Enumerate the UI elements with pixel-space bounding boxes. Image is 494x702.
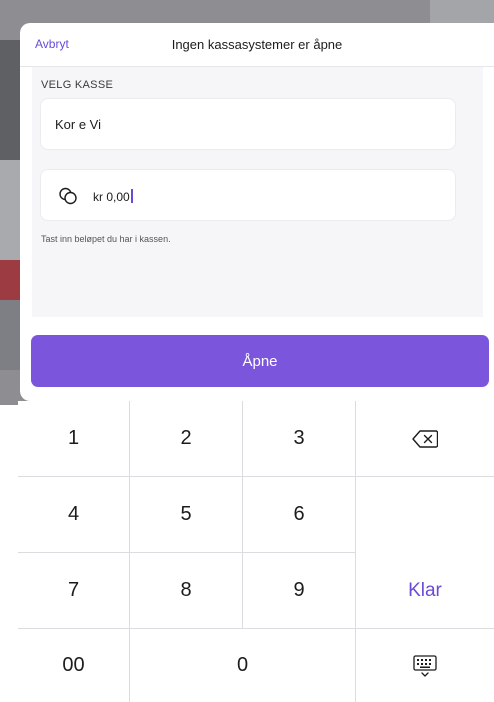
key-5[interactable]: 5	[130, 477, 243, 553]
open-register-sheet: Avbryt Ingen kassasystemer er åpne VELG …	[20, 23, 494, 401]
register-value: Kor e Vi	[55, 117, 102, 132]
key-4[interactable]: 4	[18, 477, 130, 553]
key-8[interactable]: 8	[130, 553, 243, 629]
sheet-title: Ingen kassasystemer er åpne	[171, 37, 343, 52]
key-7[interactable]: 7	[18, 553, 130, 629]
backspace-key[interactable]	[356, 401, 494, 477]
key-0[interactable]: 0	[130, 629, 356, 702]
key-00[interactable]: 00	[18, 629, 130, 702]
key-9[interactable]: 9	[243, 553, 356, 629]
amount-hint: Tast inn beløpet du har i kassen.	[41, 234, 171, 244]
amount-field[interactable]: kr 0,00	[40, 169, 456, 221]
key-6[interactable]: 6	[243, 477, 356, 553]
sheet-header: Avbryt Ingen kassasystemer er åpne	[20, 23, 494, 67]
section-label: VELG KASSE	[41, 79, 114, 91]
done-key[interactable]: Klar	[356, 477, 494, 629]
open-button[interactable]: Åpne	[31, 335, 489, 387]
keyboard-dismiss-icon	[413, 654, 437, 677]
amount-input[interactable]: kr 0,00	[93, 189, 133, 204]
backspace-icon	[412, 429, 438, 448]
coins-icon	[58, 187, 78, 205]
key-3[interactable]: 3	[243, 401, 356, 477]
register-select[interactable]: Kor e Vi	[40, 98, 456, 150]
text-caret	[130, 189, 133, 203]
key-2[interactable]: 2	[130, 401, 243, 477]
key-1[interactable]: 1	[18, 401, 130, 477]
keyboard-dismiss-key[interactable]	[356, 629, 494, 702]
numeric-keypad: 1 2 3 4 5 6 Klar 7 8 9 00 0	[18, 401, 494, 702]
